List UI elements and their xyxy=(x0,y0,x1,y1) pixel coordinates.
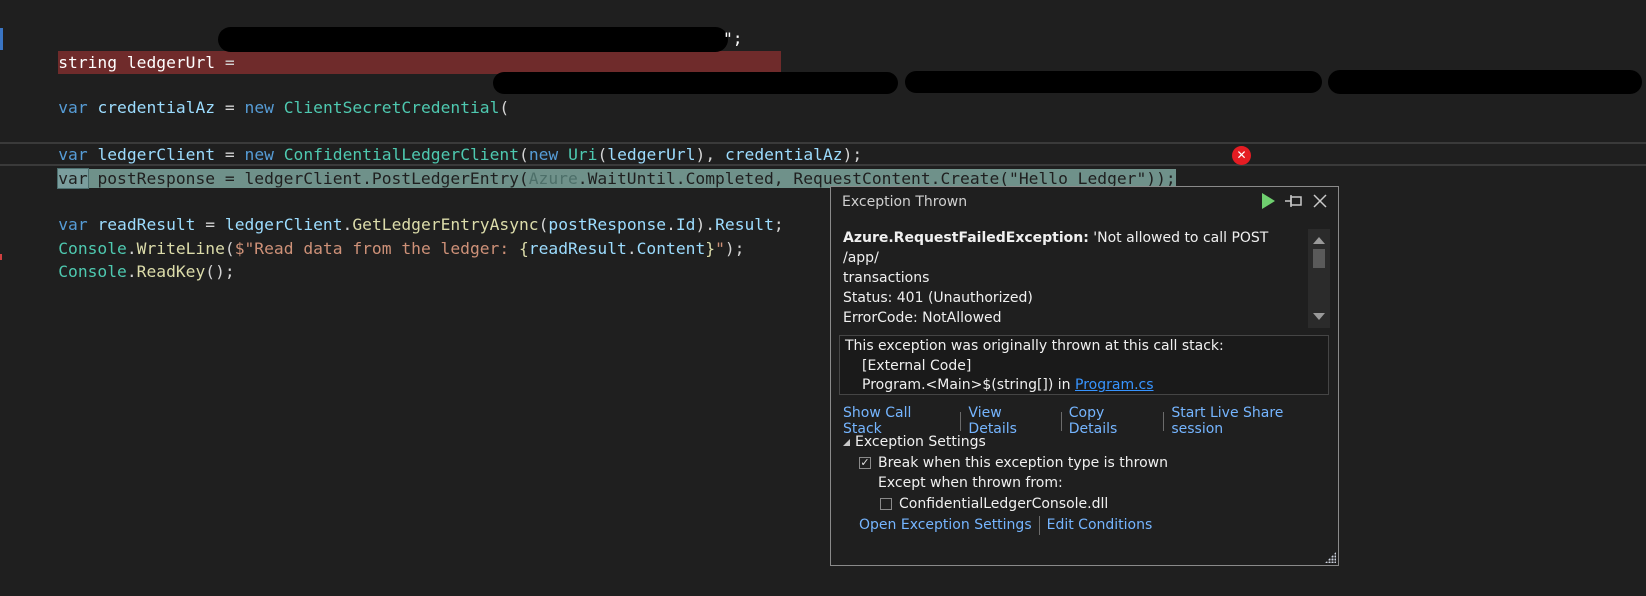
code-token: readResult xyxy=(528,239,627,258)
code-token: . xyxy=(126,262,137,281)
scroll-thumb[interactable] xyxy=(1313,249,1325,268)
scroll-up-icon[interactable] xyxy=(1313,237,1325,244)
code-token: = xyxy=(215,53,245,72)
divider xyxy=(1038,515,1040,535)
code-token: string xyxy=(58,53,118,72)
pin-button[interactable] xyxy=(1284,191,1304,211)
code-token: (); xyxy=(205,262,235,281)
divider xyxy=(1163,411,1165,431)
error-code-text: ErrorCode: NotAllowed xyxy=(843,310,1002,326)
code-line-readkey[interactable]: Console.ReadKey(); xyxy=(19,236,234,281)
code-line-read-result[interactable]: var readResult = ledgerClient.GetLedgerE… xyxy=(19,189,784,234)
code-token: credentialAz xyxy=(97,98,216,117)
code-token: } xyxy=(705,239,716,258)
play-icon xyxy=(1262,193,1275,209)
program-cs-link[interactable]: Program.cs xyxy=(1075,377,1154,393)
code-token: ; xyxy=(773,215,784,234)
redacted-url xyxy=(218,27,728,52)
edit-conditions-link[interactable]: Edit Conditions xyxy=(1047,515,1153,536)
divider xyxy=(1060,411,1062,431)
break-checkbox[interactable]: ✓ xyxy=(859,456,871,469)
code-token: ReadKey xyxy=(136,262,206,281)
code-token: " xyxy=(715,239,725,258)
continue-button[interactable] xyxy=(1258,191,1278,211)
code-token: new xyxy=(244,98,274,117)
scroll-down-icon[interactable] xyxy=(1313,313,1325,320)
code-token: Azure xyxy=(528,169,578,188)
redacted-tenant-id xyxy=(493,72,898,94)
code-token: { xyxy=(518,239,529,258)
code-token: ); xyxy=(724,239,745,258)
status-text: Status: 401 (Unauthorized) xyxy=(843,290,1033,306)
code-token: ClientSecretCredential xyxy=(283,98,500,117)
code-line-writeline[interactable]: Console.WriteLine($"Read data from the l… xyxy=(19,213,744,258)
line-1-tail: "; xyxy=(723,29,743,48)
error-icon[interactable]: ✕ xyxy=(1232,146,1251,165)
message-scrollbar[interactable] xyxy=(1308,229,1330,328)
pin-icon xyxy=(1285,195,1302,207)
code-token: string ledgerUrl = xyxy=(58,51,782,74)
code-token: var xyxy=(58,98,88,117)
code-token: Content xyxy=(636,239,706,258)
redacted-client-id xyxy=(905,71,1322,93)
module-checkbox[interactable] xyxy=(880,497,892,510)
exception-settings: Exception Settings ✓ Break when this exce… xyxy=(843,432,1168,536)
stack-frame: [External Code] xyxy=(862,357,972,374)
code-token: Console xyxy=(58,262,127,281)
code-token: var xyxy=(57,168,89,189)
change-marker xyxy=(0,28,3,50)
code-token: postResponse = ledgerClient.PostLedgerEn… xyxy=(87,169,529,188)
code-line-post-response[interactable]: var postResponse = ledgerClient.PostLedg… xyxy=(19,143,1176,189)
exception-message: Azure.RequestFailedException: 'Not allow… xyxy=(843,228,1303,328)
code-line-credential[interactable]: var credentialAz = new ClientSecretCrede… xyxy=(19,72,509,117)
code-token: . xyxy=(626,239,637,258)
redacted-client-secret xyxy=(1328,70,1642,94)
stack-frame: Program.<Main>$(string[]) in Program.cs xyxy=(862,377,1154,393)
popup-title: Exception Thrown xyxy=(842,194,968,210)
exception-settings-toggle[interactable]: Exception Settings xyxy=(843,432,1168,453)
close-button[interactable] xyxy=(1310,191,1330,211)
exception-type: Azure.RequestFailedException: xyxy=(843,230,1089,246)
code-token: ledgerUrl xyxy=(126,53,216,72)
open-exception-settings-link[interactable]: Open Exception Settings xyxy=(859,515,1032,536)
close-icon xyxy=(1313,194,1327,208)
resize-grip[interactable] xyxy=(1325,552,1336,563)
call-stack-box: This exception was originally thrown at … xyxy=(839,335,1329,395)
code-token: $"Read data from the ledger: xyxy=(234,239,519,258)
code-token: ( xyxy=(499,98,510,117)
divider xyxy=(960,411,962,431)
code-line-ledger-client[interactable]: var ledgerClient = new ConfidentialLedge… xyxy=(19,119,862,164)
code-editor[interactable]: string ledgerUrl = "; var credentialAz =… xyxy=(0,0,1646,596)
collapse-triangle-icon xyxy=(843,438,850,446)
gutter-marker xyxy=(0,254,6,260)
code-token: = xyxy=(215,98,245,117)
exception-helper-popup: Exception Thrown Azure.RequestFailedExce… xyxy=(830,186,1339,566)
live-share-link[interactable]: Start Live Share session xyxy=(1171,405,1338,437)
